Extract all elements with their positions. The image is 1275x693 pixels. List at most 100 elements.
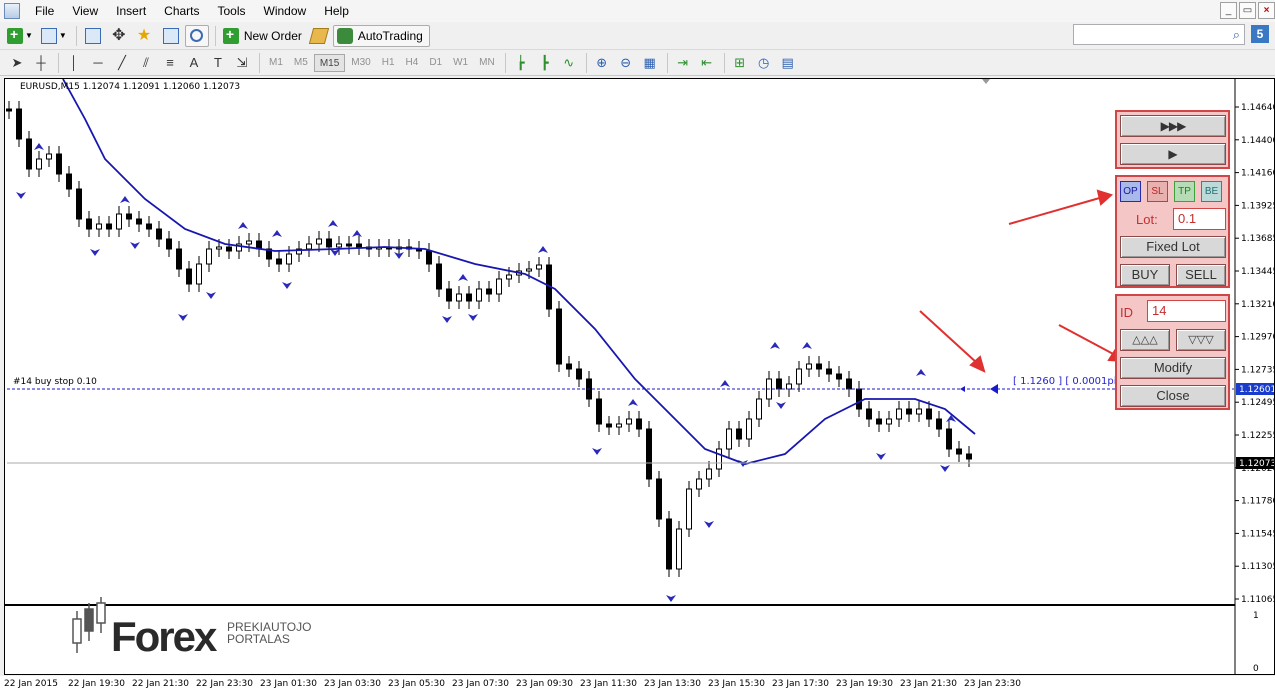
- bar-chart-icon[interactable]: ┢: [510, 53, 532, 73]
- fractal-up-arrow-icon: [352, 230, 362, 237]
- candle-body: [636, 418, 642, 430]
- profiles-icon: [40, 27, 57, 44]
- fractal-down-arrow-icon: [206, 292, 216, 299]
- menu-file[interactable]: File: [26, 0, 63, 22]
- buy-button[interactable]: BUY: [1120, 264, 1170, 286]
- candle-body: [306, 243, 312, 250]
- candle-body: [86, 218, 92, 230]
- candle-body: [146, 223, 152, 230]
- fractal-up-arrow-icon: [770, 342, 780, 349]
- auto-scroll-icon[interactable]: ⇥: [672, 53, 694, 73]
- close-order-button[interactable]: Close: [1120, 385, 1226, 407]
- toolbar-separator: [723, 53, 725, 73]
- candle-body: [876, 418, 882, 425]
- candle-body: [106, 223, 112, 230]
- navigator-button[interactable]: ✥: [107, 25, 131, 47]
- new-chart-button[interactable]: ▼: [4, 25, 36, 47]
- notification-badge[interactable]: 5: [1251, 25, 1269, 43]
- menu-charts[interactable]: Charts: [155, 0, 208, 22]
- fixed-lot-button[interactable]: Fixed Lot: [1120, 236, 1226, 258]
- candlestick-icon[interactable]: ┣: [534, 53, 556, 73]
- chart-shift-icon[interactable]: ⇤: [696, 53, 718, 73]
- timeframe-w1[interactable]: W1: [448, 54, 473, 72]
- market-watch-button[interactable]: [81, 25, 105, 47]
- minimize-button[interactable]: _: [1220, 2, 1237, 19]
- candle-body: [506, 274, 512, 280]
- timeframe-h1[interactable]: H1: [377, 54, 400, 72]
- restore-button[interactable]: ▭: [1239, 2, 1256, 19]
- candle-body: [796, 368, 802, 385]
- date-tick-label: 23 Jan 13:30: [644, 679, 701, 689]
- modify-button[interactable]: Modify: [1120, 357, 1226, 379]
- indicators-icon[interactable]: ⊞: [729, 53, 751, 73]
- strategy-tester-button[interactable]: [184, 24, 209, 47]
- terminal-button[interactable]: [159, 25, 183, 47]
- fractal-up-arrow-icon: [802, 342, 812, 349]
- metaeditor-button[interactable]: [307, 25, 331, 47]
- pending-order-label: #14 buy stop 0.10: [13, 377, 97, 387]
- price-tick-label: 1.12495: [1241, 398, 1274, 408]
- fibonacci-icon[interactable]: ≡: [159, 53, 181, 73]
- zoom-out-icon[interactable]: ⊖: [615, 53, 637, 73]
- menu-tools[interactable]: Tools: [209, 0, 255, 22]
- price-tick-label: 1.13210: [1241, 300, 1274, 310]
- timeframe-d1[interactable]: D1: [424, 54, 447, 72]
- move-up-button[interactable]: △△△: [1120, 329, 1170, 351]
- timeframe-m5[interactable]: M5: [289, 54, 313, 72]
- tp-toggle[interactable]: TP: [1174, 181, 1195, 202]
- candle-body: [676, 528, 682, 570]
- crosshair-tool-icon[interactable]: ┼: [30, 53, 52, 73]
- candle-body: [966, 453, 972, 460]
- search-icon: ⌕: [1232, 27, 1240, 42]
- id-label: ID: [1120, 305, 1133, 320]
- line-chart-icon[interactable]: ∿: [558, 53, 580, 73]
- candle-body: [616, 423, 622, 428]
- text-tool-icon[interactable]: A: [183, 53, 205, 73]
- menu-view[interactable]: View: [63, 0, 107, 22]
- tile-windows-icon[interactable]: ▦: [639, 53, 661, 73]
- new-order-button[interactable]: New Order: [220, 25, 305, 47]
- favorites-button[interactable]: ★: [133, 25, 157, 47]
- channel-icon[interactable]: ⫽: [135, 53, 157, 73]
- fractal-down-arrow-icon: [90, 249, 100, 256]
- horizontal-line-icon[interactable]: ─: [87, 53, 109, 73]
- trendline-icon[interactable]: ╱: [111, 53, 133, 73]
- play-button[interactable]: ▶: [1120, 143, 1226, 165]
- candle-body: [806, 363, 812, 370]
- price-tick-label: 1.13445: [1241, 267, 1274, 277]
- autotrading-button[interactable]: AutoTrading: [332, 24, 430, 47]
- vertical-line-icon[interactable]: │: [63, 53, 85, 73]
- chart-window[interactable]: 1.14640 1.14400 1.14160 1.13925 1.13685 1.134…: [4, 78, 1275, 675]
- close-window-button[interactable]: ×: [1258, 2, 1275, 19]
- order-id-input[interactable]: 14: [1147, 300, 1226, 322]
- candle-body: [776, 378, 782, 390]
- lot-input[interactable]: 0.1: [1173, 208, 1226, 230]
- candle-body: [526, 268, 532, 272]
- date-tick-label: 23 Jan 19:30: [836, 679, 893, 689]
- toolbar-separator: [58, 53, 59, 73]
- menu-insert[interactable]: Insert: [107, 0, 155, 22]
- timeframe-m15[interactable]: M15: [313, 54, 346, 72]
- sell-button[interactable]: SELL: [1176, 264, 1226, 286]
- profiles-button[interactable]: ▼: [38, 25, 70, 47]
- candle-body: [656, 478, 662, 520]
- cursor-icon[interactable]: ➤: [6, 53, 28, 73]
- periods-clock-icon[interactable]: ◷: [753, 53, 775, 73]
- fast-forward-button[interactable]: ▶▶▶: [1120, 115, 1226, 137]
- be-toggle[interactable]: BE: [1201, 181, 1222, 202]
- arrows-tool-icon[interactable]: ⇲: [231, 53, 253, 73]
- menu-window[interactable]: Window: [255, 0, 316, 22]
- market-watch-icon: [84, 27, 101, 44]
- search-input[interactable]: ⌕: [1073, 24, 1245, 45]
- timeframe-m30[interactable]: M30: [346, 54, 375, 72]
- text-label-icon[interactable]: T: [207, 53, 229, 73]
- sl-toggle[interactable]: SL: [1147, 181, 1168, 202]
- timeframe-mn[interactable]: MN: [474, 54, 500, 72]
- timeframe-m1[interactable]: M1: [264, 54, 288, 72]
- templates-icon[interactable]: ▤: [777, 53, 799, 73]
- zoom-in-icon[interactable]: ⊕: [591, 53, 613, 73]
- menu-help[interactable]: Help: [315, 0, 358, 22]
- op-toggle[interactable]: OP: [1120, 181, 1141, 202]
- move-down-button[interactable]: ▽▽▽: [1176, 329, 1226, 351]
- timeframe-h4[interactable]: H4: [401, 54, 424, 72]
